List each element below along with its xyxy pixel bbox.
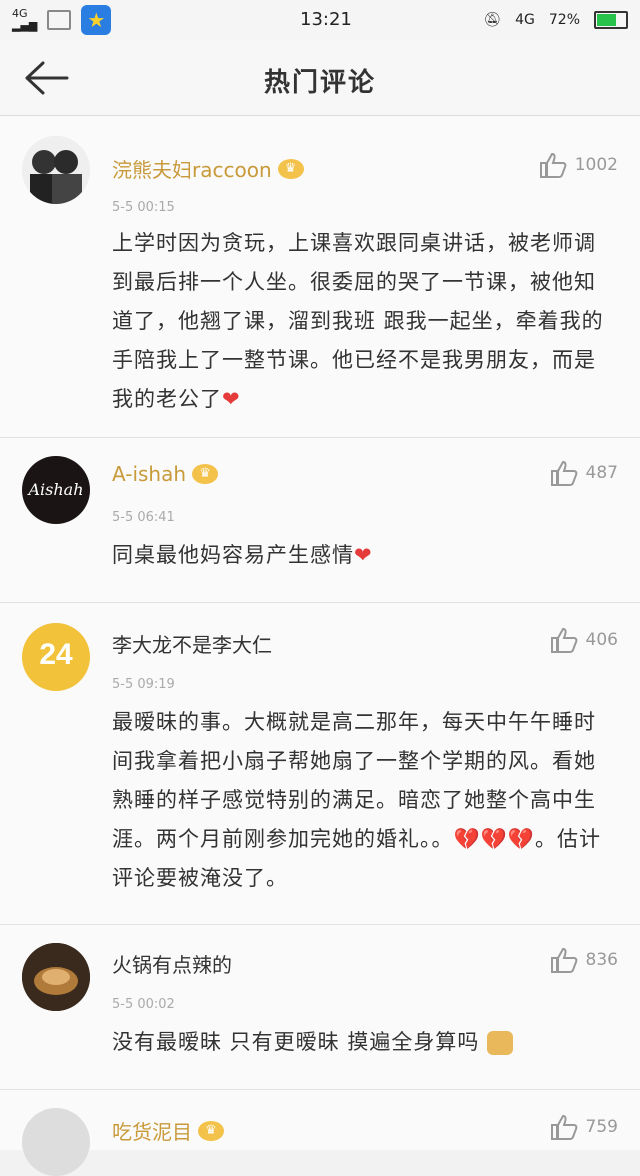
username-text: 浣熊夫妇raccoon [112, 158, 272, 182]
like-button[interactable]: 406 [550, 627, 618, 653]
like-count: 1002 [574, 155, 618, 175]
comment-item: 吃货泥目 ♛ 759 [0, 1090, 640, 1176]
avatar[interactable] [22, 1108, 90, 1176]
avatar-text: Aishah [28, 480, 84, 499]
crown-badge-icon: ♛ [192, 464, 219, 484]
username-text: 吃货泥目 [112, 1120, 192, 1144]
username[interactable]: A-ishah ♛ [112, 462, 219, 486]
avatar[interactable] [22, 136, 90, 204]
username-text: 李大龙不是李大仁 [112, 633, 272, 657]
battery-icon [594, 11, 628, 29]
comment-item: Aishah A-ishah ♛ 5-5 06:41 487 同桌最他妈容易产生… [0, 438, 640, 603]
thumbs-up-icon [539, 152, 567, 178]
doge-emoji-icon [487, 1031, 514, 1055]
username[interactable]: 吃货泥目 ♛ [112, 1116, 224, 1145]
top-nav: 热门评论 [0, 40, 640, 116]
clock: 13:21 [300, 9, 352, 30]
thumbs-up-icon [550, 1114, 577, 1140]
username[interactable]: 浣熊夫妇raccoon ♛ [112, 154, 304, 183]
network-type-2: 4G [515, 12, 535, 28]
username-text: 火锅有点辣的 [112, 953, 232, 977]
comment-text: 最暧昧的事。大概就是高二那年，每天中午午睡时间我拿着把小扇子帮她扇了一整个学期的… [112, 710, 601, 890]
like-count: 836 [585, 950, 618, 970]
page-title: 热门评论 [263, 68, 376, 98]
mute-icon: 🔕︎ [483, 12, 502, 28]
like-button[interactable]: 1002 [539, 152, 618, 178]
username-text: A-ishah [112, 462, 187, 486]
comment-text: 没有最暧昧 只有更暧昧 摸遍全身算吗 [112, 1023, 610, 1062]
avatar[interactable]: Aishah [22, 456, 90, 524]
broken-heart-emoji: 💔💔💔 [453, 827, 535, 851]
thumbs-up-icon [550, 460, 577, 486]
username[interactable]: 李大龙不是李大仁 [112, 629, 272, 658]
like-count: 487 [585, 463, 618, 483]
image-notification-icon [47, 10, 72, 30]
comment-item: 火锅有点辣的 5-5 00:02 836 没有最暧昧 只有更暧昧 摸遍全身算吗 [0, 925, 640, 1090]
thumbs-up-icon [550, 947, 577, 973]
thumbs-up-icon [550, 627, 577, 653]
avatar[interactable] [22, 943, 90, 1011]
username[interactable]: 火锅有点辣的 [112, 949, 232, 978]
heart-emoji: ❤ [354, 543, 373, 567]
comment-text: 同桌最他妈容易产生感情❤ [112, 543, 373, 567]
signal-icon: 4G ▂▄▆ [12, 7, 38, 32]
comment-text: 上学时因为贪玩，上课喜欢跟同桌讲话，被老师调到最后排一个人坐。很委屈的哭了一节课… [112, 231, 604, 411]
star-app-icon: ★ [81, 5, 112, 35]
like-button[interactable]: 759 [550, 1114, 618, 1140]
avatar-text: 24 [39, 638, 73, 671]
battery-percent: 72% [548, 12, 580, 28]
like-count: 759 [585, 1117, 618, 1137]
comment-time: 5-5 09:19 [112, 677, 175, 692]
crown-badge-icon: ♛ [277, 158, 304, 179]
comment-time: 5-5 06:41 [112, 510, 175, 525]
like-button[interactable]: 836 [550, 947, 618, 973]
status-bar: 4G ▂▄▆ ★ 13:21 🔕︎ 4G 72% [0, 0, 640, 40]
comment-item: 浣熊夫妇raccoon ♛ 5-5 00:15 1002 上学时因为贪玩，上课喜… [0, 116, 640, 438]
heart-emoji: ❤ [222, 387, 241, 411]
comment-time: 5-5 00:02 [112, 997, 175, 1012]
crown-badge-icon: ♛ [198, 1120, 224, 1141]
like-count: 406 [585, 630, 618, 650]
comment-time: 5-5 00:15 [112, 200, 175, 215]
like-button[interactable]: 487 [550, 460, 618, 486]
avatar[interactable]: 24 [22, 623, 90, 691]
comment-item: 24 李大龙不是李大仁 5-5 09:19 406 最暧昧的事。大概就是高二那年… [0, 603, 640, 925]
